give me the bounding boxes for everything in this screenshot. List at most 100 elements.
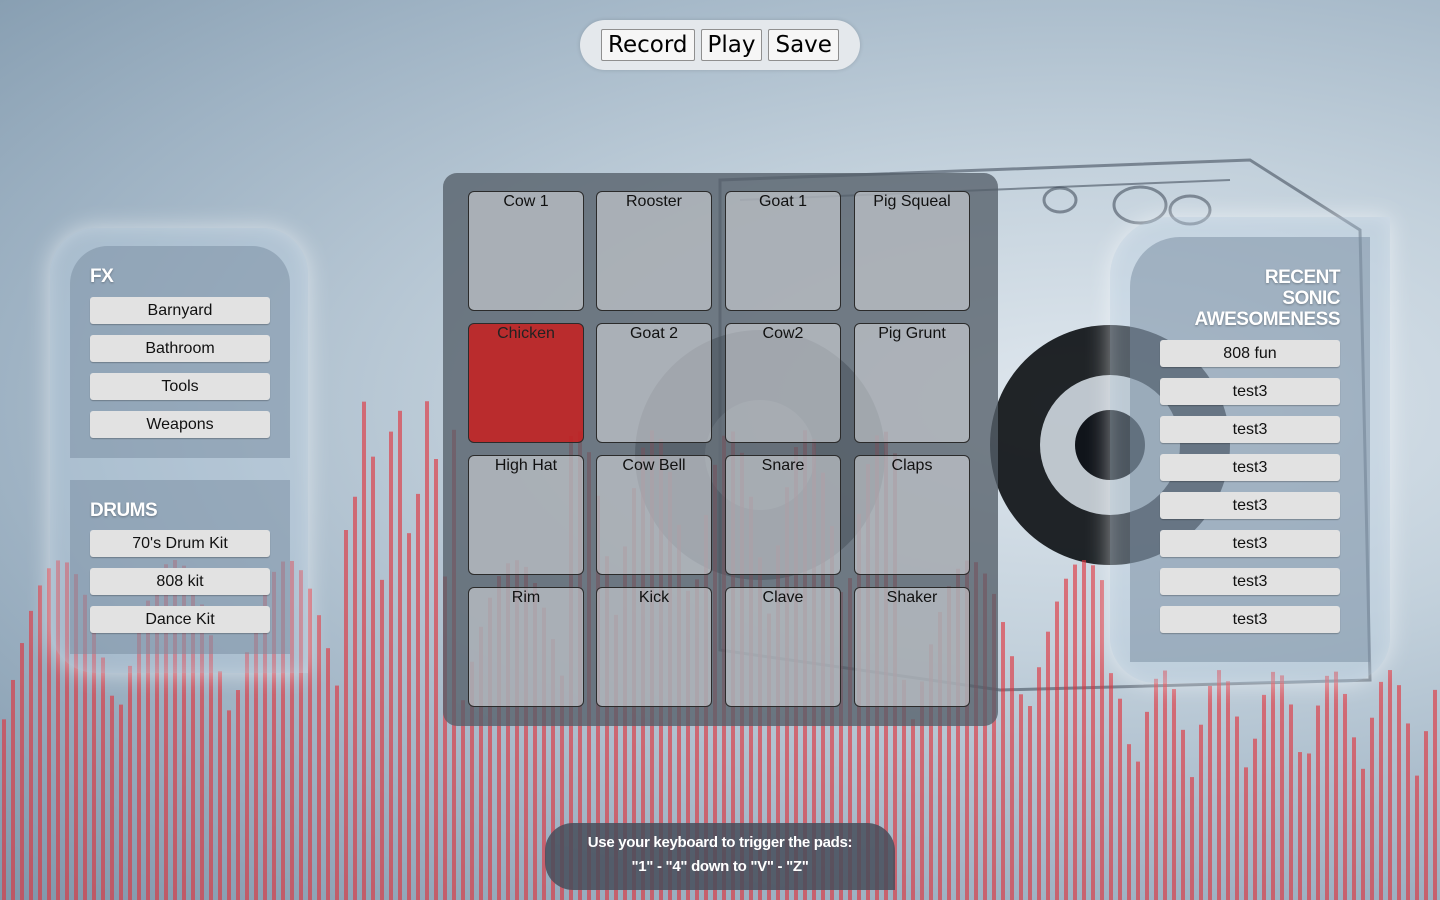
visualizer-bar — [2, 719, 6, 900]
visualizer-bar — [101, 657, 105, 900]
visualizer-bar — [1181, 729, 1185, 900]
visualizer-bar — [1064, 578, 1068, 900]
pad-16[interactable]: Shaker — [854, 587, 970, 707]
visualizer-bar — [308, 588, 312, 900]
drums-item-808-kit[interactable]: 808 kit — [90, 568, 270, 595]
visualizer-bar — [1001, 622, 1005, 900]
pad-grid: Cow 1 Rooster Goat 1 Pig Squeal Chicken … — [443, 173, 998, 726]
visualizer-bar — [353, 496, 357, 900]
visualizer-bar — [1145, 711, 1149, 900]
pad-6[interactable]: Goat 2 — [596, 323, 712, 443]
recent-item[interactable]: test3 — [1160, 416, 1340, 443]
visualizer-bar — [218, 671, 222, 900]
visualizer-bar — [335, 685, 339, 900]
play-button[interactable]: Play — [700, 29, 763, 61]
pad-5[interactable]: Chicken — [468, 323, 584, 443]
fx-item-weapons[interactable]: Weapons — [90, 411, 270, 438]
visualizer-bar — [1352, 737, 1356, 900]
visualizer-bar — [1028, 706, 1032, 900]
visualizer-bar — [128, 665, 132, 900]
visualizer-bar — [119, 704, 123, 900]
pad-12[interactable]: Claps — [854, 455, 970, 575]
fx-item-tools[interactable]: Tools — [90, 373, 270, 400]
visualizer-bar — [1325, 675, 1329, 900]
visualizer-bar — [1415, 775, 1419, 900]
visualizer-bar — [380, 579, 384, 900]
visualizer-bar — [1406, 723, 1410, 900]
drums-item-70s-kit[interactable]: 70's Drum Kit — [90, 530, 270, 557]
visualizer-bar — [389, 431, 393, 900]
drums-item-dance-kit[interactable]: Dance Kit — [90, 606, 270, 633]
pad-9[interactable]: High Hat — [468, 455, 584, 575]
visualizer-bar — [20, 643, 24, 900]
recent-item[interactable]: 808 fun — [1160, 340, 1340, 367]
recent-heading: RECENT SONIC AWESOMENESS — [1195, 267, 1341, 330]
visualizer-bar — [1163, 670, 1167, 900]
recent-item[interactable]: test3 — [1160, 492, 1340, 519]
recent-heading-line-2: SONIC — [1282, 288, 1340, 309]
visualizer-bar — [1370, 717, 1374, 900]
visualizer-bar — [1055, 601, 1059, 900]
visualizer-bar — [1235, 716, 1239, 900]
pad-3[interactable]: Goat 1 — [725, 191, 841, 311]
recent-item[interactable]: test3 — [1160, 454, 1340, 481]
fx-item-barnyard[interactable]: Barnyard — [90, 297, 270, 324]
visualizer-bar — [1361, 768, 1365, 900]
visualizer-bar — [434, 459, 438, 900]
visualizer-bar — [110, 695, 114, 900]
visualizer-bar — [1397, 685, 1401, 900]
drums-heading: DRUMS — [90, 500, 158, 521]
recent-heading-line-1: RECENT — [1264, 267, 1341, 288]
visualizer-bar — [1136, 761, 1140, 900]
instructions-line-1: Use your keyboard to trigger the pads: — [587, 834, 853, 851]
record-button[interactable]: Record — [601, 29, 695, 61]
visualizer-bar — [1208, 685, 1212, 900]
visualizer-bar — [1433, 689, 1437, 900]
visualizer-bar — [1091, 565, 1095, 900]
recent-item[interactable]: test3 — [1160, 378, 1340, 405]
pad-7[interactable]: Cow2 — [725, 323, 841, 443]
visualizer-bar — [1109, 673, 1113, 900]
recent-item[interactable]: test3 — [1160, 606, 1340, 633]
pad-8[interactable]: Pig Grunt — [854, 323, 970, 443]
pad-10[interactable]: Cow Bell — [596, 455, 712, 575]
visualizer-bar — [1424, 731, 1428, 900]
pad-4[interactable]: Pig Squeal — [854, 191, 970, 311]
visualizer-bar — [1046, 631, 1050, 900]
visualizer-bar — [407, 533, 411, 900]
visualizer-bar — [1172, 689, 1176, 900]
fx-item-bathroom[interactable]: Bathroom — [90, 335, 270, 362]
pad-1[interactable]: Cow 1 — [468, 191, 584, 311]
visualizer-bar — [1019, 694, 1023, 900]
pad-2[interactable]: Rooster — [596, 191, 712, 311]
visualizer-bar — [1388, 670, 1392, 900]
keyboard-instructions: Use your keyboard to trigger the pads: "… — [545, 823, 895, 890]
visualizer-bar — [1289, 704, 1293, 900]
visualizer-bar — [1298, 752, 1302, 900]
recent-item[interactable]: test3 — [1160, 568, 1340, 595]
visualizer-bar — [1343, 693, 1347, 900]
visualizer-bar — [1253, 738, 1257, 900]
visualizer-bar — [1379, 681, 1383, 900]
visualizer-bar — [1154, 678, 1158, 900]
visualizer-bar — [416, 493, 420, 900]
save-button[interactable]: Save — [768, 29, 839, 61]
visualizer-bar — [461, 700, 465, 900]
visualizer-bar — [1037, 667, 1041, 900]
instructions-line-2: "1" - "4" down to "V" - "Z" — [631, 858, 809, 875]
fx-heading: FX — [90, 266, 114, 287]
visualizer-bar — [1190, 777, 1194, 900]
visualizer-bar — [11, 679, 15, 900]
visualizer-bar — [236, 690, 240, 900]
pad-11[interactable]: Snare — [725, 455, 841, 575]
visualizer-bar — [1316, 705, 1320, 900]
visualizer-bar — [911, 719, 915, 900]
visualizer-bar — [1127, 744, 1131, 900]
pad-13[interactable]: Rim — [468, 587, 584, 707]
pad-15[interactable]: Clave — [725, 587, 841, 707]
visualizer-bar — [425, 401, 429, 900]
pad-14[interactable]: Kick — [596, 587, 712, 707]
recent-item[interactable]: test3 — [1160, 530, 1340, 557]
visualizer-bar — [344, 530, 348, 900]
visualizer-bar — [326, 648, 330, 900]
